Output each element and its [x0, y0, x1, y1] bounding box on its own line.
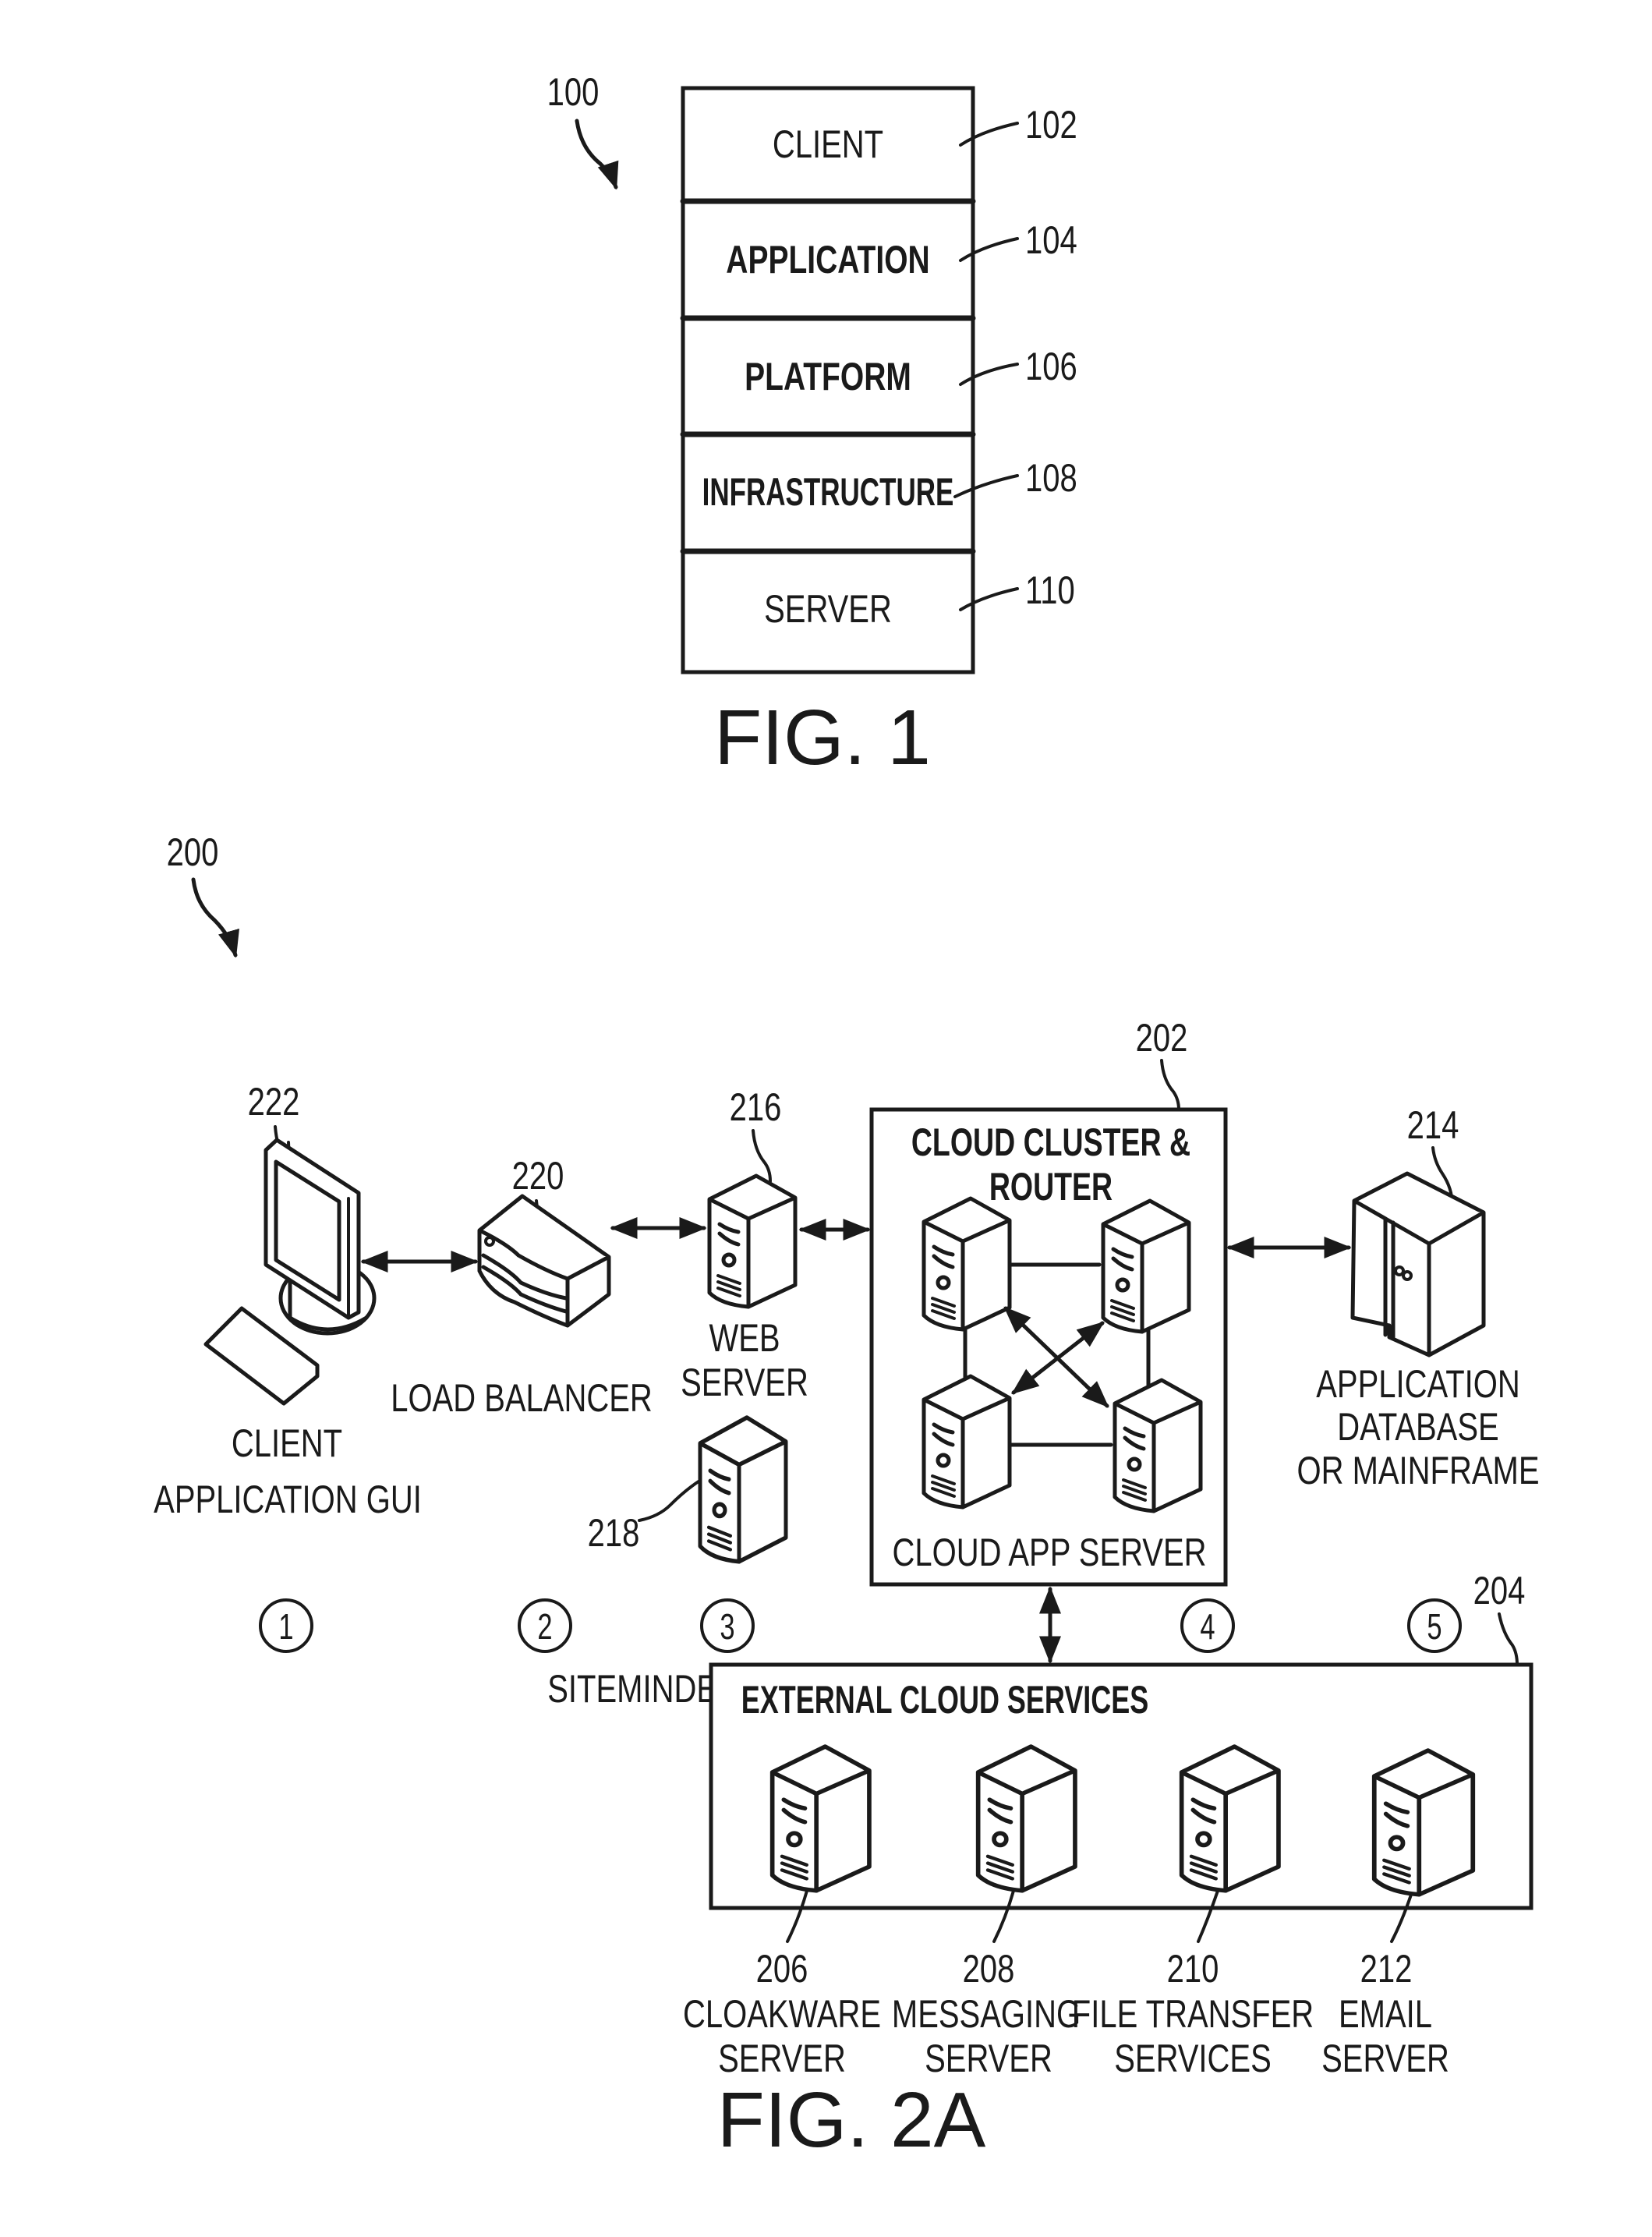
- web-server: 216 WEB SERVER: [681, 1085, 808, 1404]
- leader-line: [752, 1129, 772, 1183]
- cluster-server-icon: [1115, 1380, 1201, 1511]
- step-markers: 1 2 3 4 5: [259, 1598, 1462, 1653]
- layer-label: SERVER: [764, 587, 892, 631]
- siteminder-server-icon: [700, 1418, 786, 1562]
- web-server-icon: [709, 1176, 795, 1307]
- service-ref: 212: [1360, 1947, 1413, 1991]
- client-label-line1: CLIENT: [232, 1421, 342, 1465]
- fig2a-ref-label: 200: [167, 830, 219, 874]
- step-marker: 2: [518, 1598, 572, 1653]
- fig2a: 200 222 CLIENT APPLICATION GUI 220 LOAD …: [154, 830, 1539, 2164]
- step-number: 1: [278, 1606, 293, 1647]
- step-marker: 5: [1407, 1598, 1462, 1653]
- patent-drawing: 100 CLIENT 102 APPLICATION 104 PLATFORM …: [154, 70, 1539, 2164]
- leader-line: [1498, 1612, 1519, 1666]
- service-label-line2: SERVER: [925, 2037, 1052, 2080]
- fig1-ref-arrow: [575, 119, 619, 190]
- server-icon: [773, 1747, 869, 1891]
- layer-ref: 106: [1025, 345, 1077, 388]
- step-number: 5: [1427, 1606, 1442, 1647]
- layer-ref: 104: [1025, 218, 1077, 262]
- cloud-app-server-label: CLOUD APP SERVER: [892, 1531, 1206, 1574]
- service-ref: 208: [963, 1947, 1015, 1991]
- app-database-label-line1: APPLICATION: [1316, 1362, 1519, 1406]
- leader-line: [638, 1480, 700, 1522]
- layer-label: APPLICATION: [726, 237, 929, 281]
- step-marker: 1: [259, 1598, 313, 1653]
- cloud-cluster: 202 CLOUD CLUSTER & ROUTER CLOUD APP SER…: [869, 1016, 1228, 1587]
- client-label-line2: APPLICATION GUI: [154, 1478, 422, 1521]
- server-icon: [1182, 1747, 1279, 1891]
- service-ref: 210: [1167, 1947, 1219, 1991]
- web-server-ref: 216: [730, 1085, 782, 1129]
- step-number: 3: [720, 1606, 734, 1647]
- load-balancer: 220 LOAD BALANCER: [391, 1154, 653, 1420]
- service-label-line1: MESSAGING: [892, 1992, 1081, 2036]
- load-balancer-label: LOAD BALANCER: [391, 1376, 653, 1420]
- cluster-server-icon: [1103, 1201, 1189, 1332]
- external-ref: 204: [1473, 1569, 1526, 1612]
- external-cloud-services: 204 EXTERNAL CLOUD SERVICES 206 CLOAKWAR…: [683, 1569, 1533, 2080]
- siteminder-ref: 218: [588, 1511, 640, 1555]
- app-database-ref: 214: [1407, 1103, 1459, 1147]
- app-database: 214 APPLICATION DATABASE OR MAINFRAME: [1296, 1103, 1539, 1492]
- cluster-server-icon: [924, 1198, 1010, 1329]
- load-balancer-ref: 220: [512, 1154, 564, 1198]
- step-number: 4: [1200, 1606, 1215, 1647]
- fig1: 100 CLIENT 102 APPLICATION 104 PLATFORM …: [547, 70, 1077, 781]
- step-marker: 3: [700, 1598, 755, 1653]
- server-icon: [1374, 1750, 1473, 1895]
- service-ref: 206: [756, 1947, 808, 1991]
- fig2a-caption: FIG. 2A: [717, 2076, 986, 2164]
- mainframe-icon: [1350, 1171, 1486, 1357]
- cloud-cluster-ref: 202: [1136, 1016, 1188, 1060]
- server-icon: [978, 1747, 1075, 1891]
- layer-label: INFRASTRUCTURE: [702, 471, 954, 515]
- layer-label: PLATFORM: [745, 354, 911, 398]
- app-database-label-line2: DATABASE: [1337, 1405, 1498, 1449]
- external-services-title: EXTERNAL CLOUD SERVICES: [741, 1679, 1149, 1722]
- app-database-label-line3: OR MAINFRAME: [1296, 1449, 1539, 1492]
- web-server-label-line2: SERVER: [681, 1361, 808, 1404]
- fig2a-ref-arrow: [191, 877, 239, 958]
- client-ref: 222: [248, 1080, 300, 1124]
- service-label-line1: CLOAKWARE: [683, 1992, 881, 2036]
- web-server-label-line1: WEB: [709, 1316, 780, 1360]
- fig1-ref-label: 100: [547, 70, 600, 114]
- service-label-line1: EMAIL: [1339, 1992, 1432, 2036]
- client-computer: 222 CLIENT APPLICATION GUI: [154, 1080, 422, 1521]
- step-marker: 4: [1180, 1598, 1235, 1653]
- load-balancer-icon: [477, 1194, 611, 1328]
- leader-line: [1160, 1059, 1180, 1111]
- layer-ref: 102: [1025, 103, 1077, 147]
- service-label-line2: SERVICES: [1114, 2037, 1272, 2080]
- monitor-icon: [264, 1138, 377, 1336]
- step-number: 2: [537, 1606, 552, 1647]
- layer-ref: 108: [1025, 456, 1077, 500]
- cloud-cluster-title-line2: ROUTER: [989, 1166, 1113, 1209]
- fig1-caption: FIG. 1: [714, 694, 931, 781]
- service-label-line1: FILE TRANSFER: [1072, 1992, 1314, 2036]
- layer-label: CLIENT: [773, 122, 883, 166]
- cloud-cluster-title-line1: CLOUD CLUSTER &: [911, 1121, 1190, 1164]
- cluster-server-icon: [924, 1376, 1010, 1507]
- service-label-line2: SERVER: [1321, 2037, 1449, 2080]
- layer-ref: 110: [1025, 568, 1075, 612]
- layer-stack: CLIENT 102 APPLICATION 104 PLATFORM 106 …: [680, 86, 1077, 674]
- service-label-line2: SERVER: [718, 2037, 846, 2080]
